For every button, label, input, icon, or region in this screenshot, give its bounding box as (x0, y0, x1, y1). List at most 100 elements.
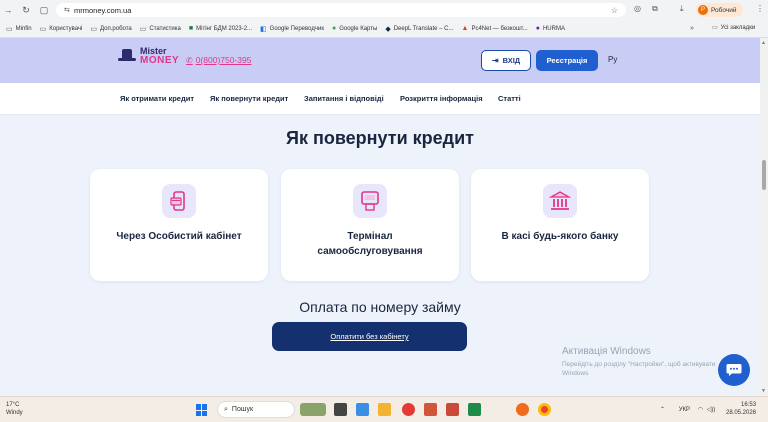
login-label: ВХІД (502, 56, 521, 65)
chat-icon (726, 364, 742, 376)
all-bookmarks[interactable]: ▭ Усі закладки (712, 24, 755, 32)
hurma-icon: ● (535, 25, 540, 32)
card-label: Через Особистий кабінет (116, 231, 242, 242)
folder-icon: ▭ (90, 25, 98, 33)
bank-icon (543, 184, 577, 218)
repay-option-cabinet[interactable]: Через Особистий кабінет (90, 169, 268, 281)
bookmark-star-icon[interactable]: ☆ (611, 6, 618, 15)
browser-toolbar: → ↻ ▢ ⇆ mrmoney.com.ua ☆ ◎ ⧉ ⤓ Р Робочий… (0, 0, 768, 20)
weather-condition: Windy (6, 410, 23, 416)
bookmark-item[interactable]: ▭ Статистика (140, 25, 181, 33)
reload-icon[interactable]: ↻ (20, 5, 32, 16)
avatar: Р (698, 5, 708, 15)
system-tray[interactable]: ⌃ УКР ◠ ◁)) (660, 406, 715, 413)
site-info-icon[interactable]: ⇆ (64, 6, 74, 14)
bookmark-item[interactable]: ▭ Користувачі (40, 25, 83, 33)
page-scrollbar[interactable]: ▲ ▼ (760, 38, 768, 396)
login-icon: ⇥ (491, 56, 499, 65)
search-icon: ⌕ (224, 405, 228, 413)
bookmark-item[interactable]: ▭ Доп.робота (90, 25, 131, 33)
register-button[interactable]: Реєстрація (536, 50, 598, 71)
folder-icon: ▭ (39, 25, 47, 33)
excel-icon[interactable] (468, 403, 481, 416)
tray-chevron-icon[interactable]: ⌃ (660, 407, 665, 413)
phone-card-icon (162, 184, 196, 218)
phone-icon: ✆ (186, 55, 193, 65)
folder-icon: ▭ (139, 25, 147, 33)
menu-item-disclosure[interactable]: Розкриття інформація (400, 94, 483, 103)
pay-without-cabinet-button[interactable]: Оплатити без кабінету (272, 322, 467, 351)
bookmark-item[interactable]: ◧ Google Переводчик (260, 25, 324, 33)
profile-button[interactable]: Р Робочий (696, 3, 743, 17)
download-icon[interactable]: ⤓ (680, 4, 684, 14)
pay-section-title: Оплата по номеру займу (299, 299, 461, 315)
activation-text: Перейдіть до розділу "Настройки", щоб ак… (562, 361, 716, 377)
card-label-line1: Термінал (347, 231, 393, 242)
menu-item-faq[interactable]: Запитання і відповіді (304, 94, 384, 103)
menu-dots-icon[interactable]: ⋮ (756, 4, 764, 13)
scroll-down-icon[interactable]: ▼ (761, 388, 766, 394)
repay-option-bank[interactable]: В касі будь-якого банку (471, 169, 649, 281)
input-language[interactable]: УКР (679, 407, 690, 413)
chrome-icon[interactable] (538, 403, 551, 416)
bookmark-item[interactable]: ● Google Карты (332, 25, 377, 32)
back-icon[interactable]: → (2, 5, 14, 15)
folder-icon: ▭ (712, 25, 718, 31)
task-view-icon[interactable] (334, 403, 347, 416)
card-label-line2: самообслуговування (317, 246, 423, 257)
camera-icon[interactable]: ◎ (634, 4, 641, 13)
widgets-icon[interactable] (300, 403, 326, 416)
tab-overview-icon[interactable]: ▢ (38, 5, 50, 16)
firefox-icon[interactable] (516, 403, 529, 416)
powerpoint-icon[interactable] (424, 403, 437, 416)
wifi-icon[interactable]: ◠ (698, 407, 703, 413)
opera-icon[interactable] (402, 403, 415, 416)
menu-item-articles[interactable]: Статті (498, 94, 521, 103)
folder-icon: ▭ (6, 25, 13, 33)
time: 16:53 (741, 402, 757, 408)
windows-activation-watermark: Активація Windows Перейдіть до розділу "… (562, 346, 732, 378)
menu-item-repay-credit[interactable]: Як повернути кредит (210, 94, 288, 103)
weather-widget[interactable]: 17°C Windy (6, 401, 23, 417)
scroll-up-icon[interactable]: ▲ (761, 40, 766, 46)
logo[interactable]: Mister MONEY (118, 47, 180, 66)
search-placeholder: Пошук (231, 406, 254, 413)
activation-title: Активація Windows (562, 346, 651, 357)
login-button[interactable]: ⇥ ВХІД (481, 50, 531, 71)
start-icon[interactable] (196, 404, 208, 416)
repay-option-terminal[interactable]: Термінал самообслуговування (281, 169, 459, 281)
translate-icon: ◧ (260, 25, 267, 33)
page-title: Як повернути кредит (286, 128, 474, 148)
extensions-icon[interactable]: ⧉ (652, 4, 658, 14)
chat-button[interactable] (718, 354, 750, 386)
deepl-icon: ◆ (385, 25, 391, 33)
bookmark-item[interactable]: ■ Мітінг БДМ 2023-2... (189, 25, 252, 32)
language-switch[interactable]: Ру (608, 55, 617, 64)
volume-icon[interactable]: ◁)) (707, 407, 716, 413)
scrollbar-thumb[interactable] (762, 160, 766, 190)
windows-taskbar: 17°C Windy ⌕ Пошук ⌃ УКР ◠ ◁)) 16:53 28.… (0, 396, 768, 422)
phone-number: 0(800)750-395 (195, 55, 252, 65)
address-bar[interactable]: ⇆ mrmoney.com.ua ☆ (56, 3, 626, 17)
terminal-icon (353, 184, 387, 218)
bookmark-item[interactable]: ● HURMA (536, 25, 565, 32)
temperature: 17°C (6, 402, 20, 408)
bookmark-item[interactable]: ▲ Рс4Net — безкошт... (462, 25, 528, 32)
teams-icon[interactable] (356, 403, 369, 416)
pc4net-icon: ▲ (461, 25, 469, 32)
bookmark-item[interactable]: ▭ Minfin (6, 25, 32, 33)
clock[interactable]: 16:53 28.05.2026 (726, 401, 756, 417)
menu-item-get-credit[interactable]: Як отримати кредит (120, 94, 194, 103)
site-header: Mister MONEY ✆ 0(800)750-395 ⇥ ВХІД Реєс… (0, 38, 760, 83)
phone-link[interactable]: ✆ 0(800)750-395 (186, 55, 251, 65)
file-explorer-icon[interactable] (378, 403, 391, 416)
bookmark-item[interactable]: ◆ DeepL Translate – С... (385, 25, 453, 33)
main-menu: Як отримати кредит Як повернути кредит З… (0, 83, 760, 115)
logo-line2: MONEY (140, 55, 180, 66)
url-text: mrmoney.com.ua (74, 5, 132, 15)
taskbar-search[interactable]: ⌕ Пошук (217, 401, 295, 418)
date: 28.05.2026 (726, 410, 757, 416)
acrobat-icon[interactable] (446, 403, 459, 416)
more-bookmarks-icon[interactable]: » (690, 25, 694, 32)
card-label: В касі будь-якого банку (501, 231, 619, 242)
